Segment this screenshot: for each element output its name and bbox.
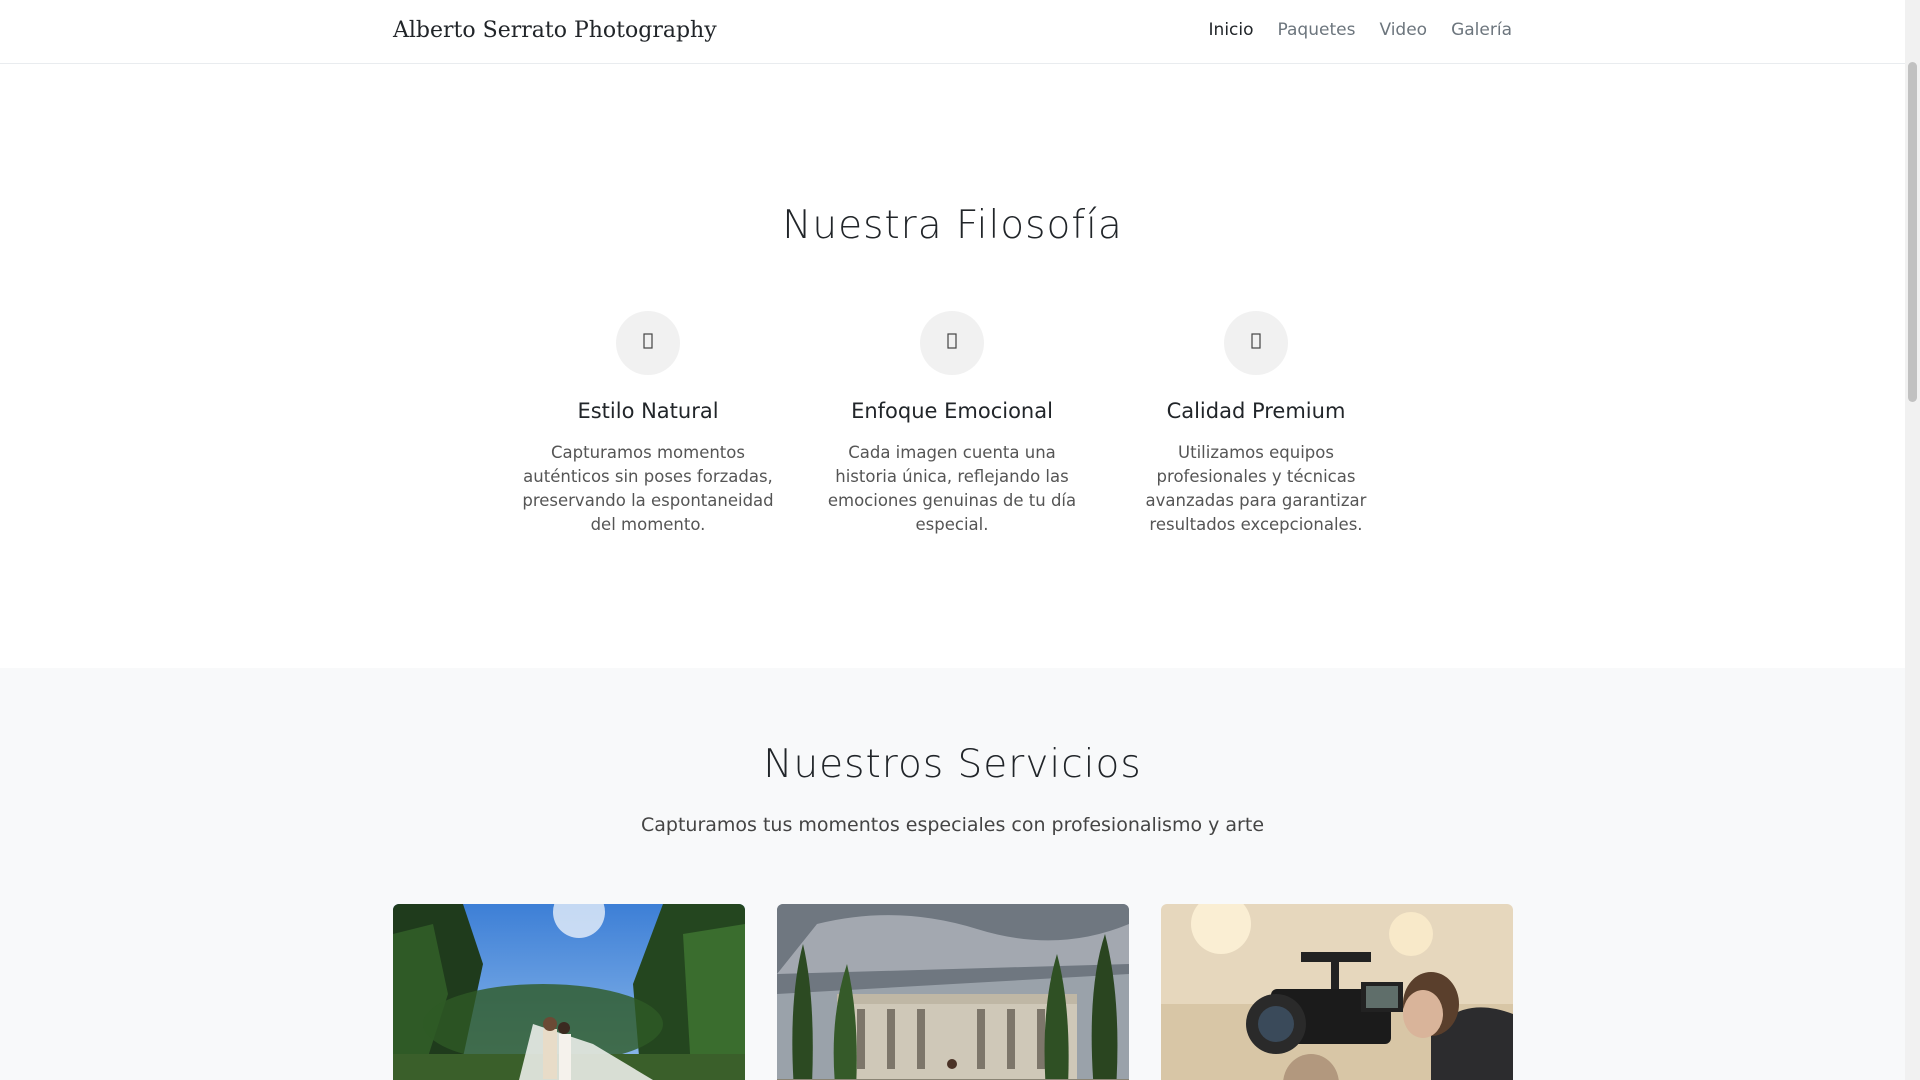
feature-title: Calidad Premium (1166, 399, 1346, 423)
feature-text: Capturamos momentos auténticos sin poses… (522, 443, 774, 534)
service-card-video[interactable] (1161, 904, 1513, 1080)
feature-emotional-focus: Enfoque Emocional Cada imagen cuenta una… (822, 311, 1082, 537)
videographer-camera-photo (1161, 904, 1513, 1080)
nav-links: Inicio Paquetes Video Galería (1209, 20, 1512, 40)
philosophy-title: Nuestra Filosofía (782, 203, 1123, 248)
nav-link-inicio[interactable]: Inicio (1209, 20, 1254, 40)
camera-icon (1251, 333, 1261, 353)
leaf-icon (643, 333, 653, 353)
feature-title: Estilo Natural (577, 399, 719, 423)
feature-text: Utilizamos equipos profesionales y técni… (1145, 443, 1367, 534)
heart-icon (947, 333, 957, 353)
nav-link-galeria[interactable]: Galería (1451, 20, 1512, 40)
feature-icon-circle (1224, 311, 1288, 375)
feature-premium-quality: Calidad Premium Utilizamos equipos profe… (1126, 311, 1386, 537)
service-card-wedding[interactable] (393, 904, 745, 1080)
feature-title: Enfoque Emocional (851, 399, 1053, 423)
services-title: Nuestros Servicios (763, 742, 1142, 787)
feature-natural-style: Estilo Natural Capturamos momentos autén… (518, 311, 778, 537)
scrollbar-thumb[interactable] (1908, 62, 1917, 402)
feature-text: Cada imagen cuenta una historia única, r… (827, 443, 1077, 534)
navbar: Alberto Serrato Photography Inicio Paque… (0, 0, 1905, 64)
nav-link-paquetes[interactable]: Paquetes (1278, 20, 1356, 40)
service-card-quinceanera[interactable] (777, 904, 1129, 1080)
services-subtitle: Capturamos tus momentos especiales con p… (640, 814, 1265, 836)
wedding-couple-forest-photo (393, 904, 745, 1080)
brand-logo-link[interactable]: Alberto Serrato Photography (393, 18, 717, 43)
quinceanera-garden-mansion-photo (777, 904, 1129, 1080)
feature-icon-circle (920, 311, 984, 375)
page: Alberto Serrato Photography Inicio Paque… (0, 0, 1905, 1080)
nav-link-video[interactable]: Video (1379, 20, 1427, 40)
feature-icon-circle (616, 311, 680, 375)
